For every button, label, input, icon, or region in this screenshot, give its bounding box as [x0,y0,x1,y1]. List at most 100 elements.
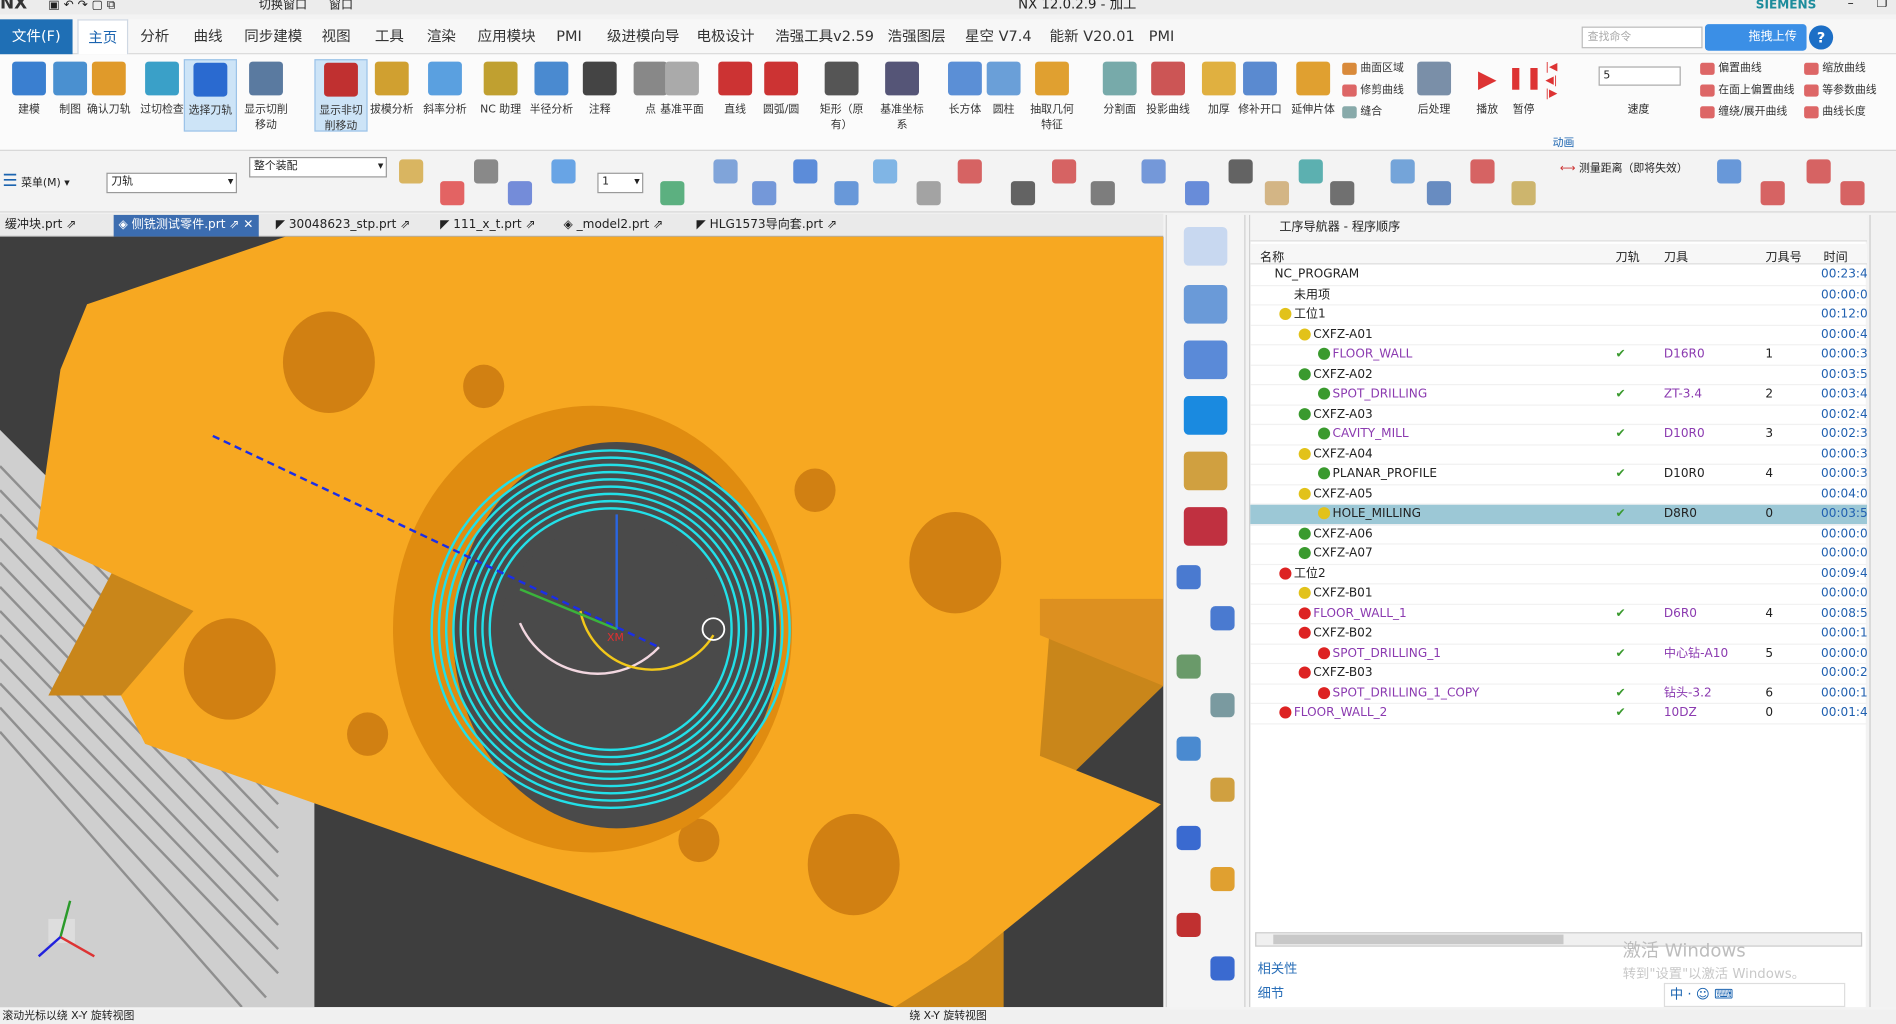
nav-row[interactable]: CXFZ-A07 00:00:0 [1250,545,1868,565]
help-icon[interactable]: ? [1808,25,1834,50]
toolbar-icon-22[interactable] [1390,159,1415,184]
ribbon-button-22[interactable]: 投影曲线 [1141,59,1194,131]
nav-row[interactable]: CXFZ-B03 00:00:2 [1250,664,1868,685]
ribbon-button-8[interactable]: 斜率分析 [418,59,471,131]
ribbon-small-sew[interactable]: 缝合 [1342,103,1382,122]
resource-bar-icon-11[interactable] [1210,777,1235,802]
file-tab-4[interactable]: ◈ _model2.prt ⇗ [559,215,668,237]
nav-row[interactable]: SPOT_DRILLING_1 ✔ 中心钻-A10 5 00:00:0 [1250,644,1868,665]
resource-bar-icon-8[interactable] [1176,654,1201,679]
ribbon-button-6[interactable]: 显示非切削移动 [314,59,368,133]
command-search-input[interactable]: 查找命令 [1581,26,1703,49]
menu-button[interactable]: ☰ 菜单(M) ▾ [2,171,69,190]
file-menu[interactable]: 文件(F) [0,19,73,55]
minimize-button[interactable]: – [1848,0,1854,12]
toolbar-icon-27[interactable] [1760,181,1785,206]
nav-row[interactable]: CXFZ-A02 00:03:5 [1250,365,1868,386]
toolbar-icon-13[interactable] [1010,181,1036,206]
tab-curve[interactable]: 曲线 [184,19,232,54]
toolbar-icon-4[interactable] [551,159,576,184]
resource-bar-icon-2[interactable] [1183,340,1228,380]
ribbon-button-13[interactable]: 基准平面 [655,59,708,131]
tab-applications[interactable]: 应用模块 [468,19,545,54]
toolbar-icon-1[interactable] [440,181,465,206]
resource-bar-icon-1[interactable] [1183,284,1228,324]
toolbar-icon-20[interactable] [1298,159,1323,184]
tab-haoqiang-layers[interactable]: 浩强图层 [878,19,955,54]
file-tab-2[interactable]: ◤ 30048623_stp.prt ⇗ [271,215,415,237]
toolbar-icon-10[interactable] [873,159,898,184]
speed-select[interactable]: 5 [1598,66,1681,86]
resource-bar-icon-7[interactable] [1210,606,1235,631]
ribbon-offset-curve[interactable]: 偏置曲线 [1700,59,1762,78]
nav-row[interactable]: CAVITY_MILL ✔ D10R0 3 00:02:3 [1250,425,1868,445]
nav-row[interactable]: SPOT_DRILLING_1_COPY ✔ 钻头-3.2 6 00:00:1 [1250,684,1868,704]
toolbar-icon-28[interactable] [1806,159,1831,184]
ribbon-button-5[interactable]: 显示切削移动 [239,59,292,132]
toolbar-icon-16[interactable] [1141,159,1166,184]
toolbar-icon-0[interactable] [399,159,424,184]
ribbon-button-4[interactable]: 选择刀轨 [183,59,238,132]
ribbon-button-19[interactable]: 圆柱 [977,59,1030,131]
pause-button[interactable]: ❚❚ 暂停 [1497,59,1550,131]
resource-bar-icon-6[interactable] [1176,565,1201,590]
nav-row[interactable]: CXFZ-A03 00:02:4 [1250,405,1868,426]
save-icon[interactable]: ▣ ↶ ↷ ▢ ⧉ [48,0,115,13]
tab-sync-modeling[interactable]: 同步建模 [235,19,312,54]
nav-row[interactable]: PLANAR_PROFILE ✔ D10R0 4 00:00:3 [1250,465,1868,485]
toolbar-icon-14[interactable] [1052,159,1077,184]
toolbar-icon-19[interactable] [1264,181,1290,206]
nav-row[interactable]: 工位2 00:09:4 [1250,565,1868,585]
toolbar-icon-5[interactable] [660,181,685,206]
resource-bar-icon-15[interactable] [1210,956,1235,981]
horizontal-scrollbar[interactable] [1255,932,1863,947]
resource-bar-icon-3[interactable] [1183,396,1228,435]
ribbon-scale-curve[interactable]: 缩放曲线 [1804,59,1866,78]
col-toolpath[interactable]: 刀轨 [1615,246,1639,264]
resource-bar-icon-13[interactable] [1210,866,1235,892]
tab-view[interactable]: 视图 [312,19,360,54]
resource-bar-icon-12[interactable] [1176,825,1201,851]
postprocess-button[interactable]: 后处理 [1408,59,1461,131]
tab-nengxin[interactable]: 能新 V20.01 [1040,19,1144,54]
file-tab-1[interactable]: ◈ 侧铣测试零件.prt ⇗ ✕ [113,214,259,237]
ribbon-button-9[interactable]: NC 助理 [474,59,527,131]
tab-home[interactable]: 主页 [77,19,129,55]
ribbon-button-17[interactable]: 基准坐标系 [875,59,928,132]
ribbon-wrap-unwrap[interactable]: 缠绕/展开曲线 [1700,103,1787,122]
ime-toolbar[interactable]: 中 · ☺ ⌨ [1663,982,1846,1008]
nav-row[interactable]: CXFZ-B02 00:00:1 [1250,624,1868,645]
tab-electrode[interactable]: 电极设计 [687,19,764,54]
resource-bar-icon-14[interactable] [1176,912,1201,938]
toolbar-icon-23[interactable] [1426,181,1452,206]
toolbar-icon-8[interactable] [793,159,818,184]
step-controls[interactable]: |◀ ◀| |▶ [1545,62,1557,102]
resource-bar-icon-4[interactable] [1183,451,1228,491]
ribbon-small-surface-region[interactable]: 曲面区域 [1342,59,1404,78]
resource-bar-icon-0[interactable] [1183,227,1228,266]
toolbar-icon-2[interactable] [474,159,499,184]
ribbon-button-20[interactable]: 抽取几何特征 [1025,59,1078,132]
nav-row[interactable]: FLOOR_WALL ✔ D16R0 1 00:00:3 [1250,345,1868,366]
layer-select[interactable]: 1 [597,172,644,194]
tab-progressive-die[interactable]: 级进模向导 [597,19,689,54]
graphics-viewport[interactable]: XM [0,236,1164,1008]
ribbon-isoparametric[interactable]: 等参数曲线 [1804,81,1877,100]
nav-row[interactable]: CXFZ-A05 00:04:0 [1250,485,1868,505]
restore-button[interactable]: ❐ [1877,0,1888,12]
nav-row[interactable]: 工位1 00:12:0 [1250,305,1868,326]
nav-row[interactable]: HOLE_MILLING ✔ D8R0 0 00:03:5 [1250,504,1868,525]
measure-distance-button[interactable]: ⟷ 测量距离（即将失效） [1560,159,1688,175]
scrollbar-thumb[interactable] [1273,934,1564,945]
nav-row[interactable]: SPOT_DRILLING ✔ ZT-3.4 2 00:03:4 [1250,385,1868,406]
ribbon-button-15[interactable]: 圆弧/圆 [755,59,808,131]
toolbar-icon-6[interactable] [713,159,738,184]
ribbon-offset-on-face[interactable]: 在面上偏置曲线 [1700,81,1794,100]
type-filter-select[interactable]: 刀轨 [106,172,238,194]
ribbon-small-trim-curve[interactable]: 修剪曲线 [1342,81,1404,100]
tab-analysis[interactable]: 分析 [131,19,179,54]
toolbar-icon-15[interactable] [1090,181,1115,206]
nav-row[interactable]: CXFZ-B01 00:00:0 [1250,584,1868,605]
ribbon-button-24[interactable]: 修补开口 [1233,59,1286,131]
ribbon-button-25[interactable]: 延伸片体 [1287,59,1340,131]
